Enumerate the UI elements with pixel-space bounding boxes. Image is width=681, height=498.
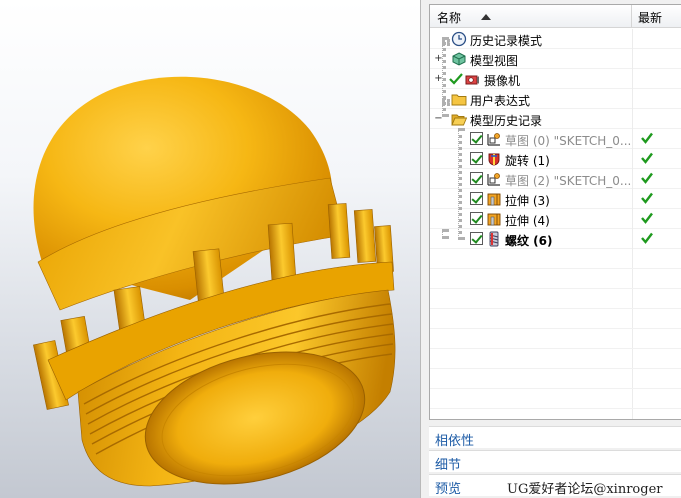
tree-header: 名称 最新 bbox=[430, 5, 681, 28]
up-to-date-check-icon bbox=[641, 172, 653, 184]
folder-open-icon bbox=[451, 114, 467, 126]
tree-node-label: 模型视图 bbox=[470, 54, 519, 68]
up-to-date-check-icon bbox=[641, 212, 653, 224]
camera-icon bbox=[465, 75, 479, 85]
feature-label: 草图 (0) "SKETCH_0... bbox=[505, 134, 632, 148]
visibility-checkbox[interactable] bbox=[470, 152, 483, 165]
column-header-name[interactable]: 名称 bbox=[430, 5, 632, 27]
column-header-name-label: 名称 bbox=[437, 11, 462, 25]
revolve-icon bbox=[488, 153, 500, 166]
feature-row-thread-6[interactable]: 螺纹 (6) bbox=[430, 229, 681, 249]
up-to-date-check-icon bbox=[641, 192, 653, 204]
column-header-latest-label: 最新 bbox=[638, 11, 663, 25]
feature-label: 草图 (2) "SKETCH_0... bbox=[505, 174, 632, 188]
clock-icon bbox=[451, 31, 467, 47]
threaded-cap-model[interactable] bbox=[0, 0, 420, 498]
graphics-viewport[interactable] bbox=[0, 0, 420, 498]
extrude-icon bbox=[487, 213, 501, 226]
tree-node-label: 模型历史记录 bbox=[470, 114, 543, 128]
visibility-checkbox[interactable] bbox=[470, 132, 483, 145]
tree-node-label: 历史记录模式 bbox=[470, 34, 543, 48]
feature-row-sketch-2[interactable]: 草图 (2) "SKETCH_0... bbox=[430, 169, 681, 189]
feature-tree[interactable]: 名称 最新 历史记录模式 + 模型视图 + 摄像机 用户表达式 − 模型历史记录… bbox=[429, 4, 681, 420]
folder-icon bbox=[451, 94, 467, 106]
section-dependencies-label: 相依性 bbox=[435, 434, 475, 449]
section-details[interactable]: 细节 bbox=[429, 450, 681, 473]
visibility-checkbox[interactable] bbox=[470, 212, 483, 225]
section-details-label: 细节 bbox=[435, 458, 462, 473]
up-to-date-check-icon bbox=[641, 132, 653, 144]
section-preview-label: 预览 bbox=[435, 482, 462, 497]
section-dependencies[interactable]: 相依性 bbox=[429, 426, 681, 449]
feature-row-sketch-0[interactable]: 草图 (0) "SKETCH_0... bbox=[430, 129, 681, 149]
up-to-date-check-icon bbox=[641, 232, 653, 244]
tree-node-model-history[interactable]: − 模型历史记录 bbox=[430, 109, 681, 129]
tree-node-user-expressions[interactable]: 用户表达式 bbox=[430, 89, 681, 109]
feature-label: 拉伸 (3) bbox=[505, 194, 550, 208]
up-to-date-check-icon bbox=[641, 152, 653, 164]
feature-label: 拉伸 (4) bbox=[505, 214, 550, 228]
sketch-icon bbox=[487, 173, 500, 186]
visibility-checkbox[interactable] bbox=[470, 232, 483, 245]
cube-views-icon bbox=[452, 52, 466, 66]
visibility-checkbox[interactable] bbox=[470, 192, 483, 205]
part-navigator: 名称 最新 历史记录模式 + 模型视图 + 摄像机 用户表达式 − 模型历史记录… bbox=[420, 0, 681, 498]
column-header-latest[interactable]: 最新 bbox=[632, 5, 681, 27]
sketch-icon bbox=[487, 133, 500, 146]
empty-tree-area bbox=[430, 249, 681, 419]
tree-node-label: 摄像机 bbox=[484, 74, 521, 88]
tree-node-history-mode[interactable]: 历史记录模式 bbox=[430, 29, 681, 49]
visibility-checkbox[interactable] bbox=[470, 172, 483, 185]
thread-icon bbox=[489, 231, 499, 247]
tree-node-label: 用户表达式 bbox=[470, 94, 531, 108]
sort-ascending-icon bbox=[481, 14, 491, 20]
feature-row-extrude-3[interactable]: 拉伸 (3) bbox=[430, 189, 681, 209]
tree-node-model-views[interactable]: + 模型视图 bbox=[430, 49, 681, 69]
feature-row-extrude-4[interactable]: 拉伸 (4) bbox=[430, 209, 681, 229]
feature-label: 螺纹 (6) bbox=[505, 234, 553, 248]
extrude-icon bbox=[487, 193, 501, 206]
tree-node-cameras[interactable]: + 摄像机 bbox=[430, 69, 681, 89]
feature-row-revolve-1[interactable]: 旋转 (1) bbox=[430, 149, 681, 169]
forum-watermark: UG爱好者论坛@xinroger bbox=[507, 482, 663, 497]
feature-label: 旋转 (1) bbox=[505, 154, 550, 168]
check-icon bbox=[449, 73, 463, 85]
